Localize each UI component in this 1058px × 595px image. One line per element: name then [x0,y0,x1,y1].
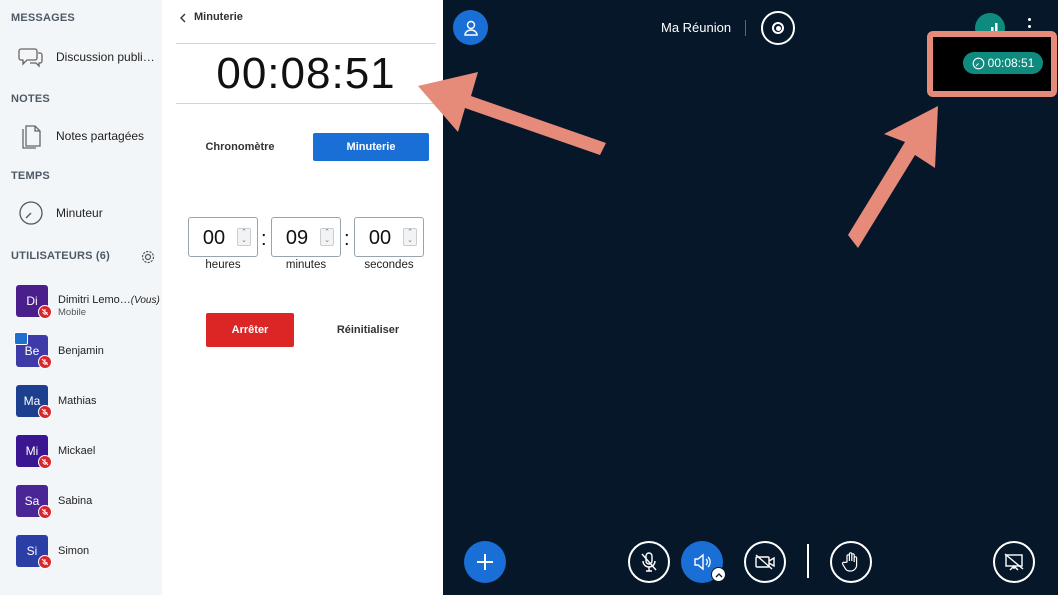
timer-tab[interactable]: Minuterie [313,133,429,161]
user-list-item[interactable]: Be Benjamin [0,332,162,382]
timer-indicator-text: 00:08:51 [987,56,1035,70]
muted-mic-icon [38,305,52,319]
hand-icon [841,552,858,572]
user-name: Benjamin [58,345,104,357]
muted-mic-icon [38,505,52,519]
user-name: Simon [58,545,90,557]
user-menu-button[interactable] [453,10,488,45]
sidebar: MESSAGES Discussion publi… NOTES Notes p… [0,0,162,595]
sidebar-item-label: Notes partagées [56,129,145,143]
camera-off-icon [755,554,775,570]
seconds-value: 00 [368,227,392,249]
user-name: Mickael [58,445,96,457]
presentation-off-icon [1004,553,1024,571]
stepper-arrows-icon[interactable]: ⌃ ⌄ [320,228,334,246]
stepper-arrows-icon[interactable]: ⌃ ⌄ [403,228,417,246]
microphone-off-icon [641,552,657,572]
user-list-item[interactable]: Di Dimitri Lemo…(Vous) Mobile [0,282,162,332]
user-list-item[interactable]: Ma Mathias [0,382,162,432]
user-list-item[interactable]: Sa Sabina [0,482,162,532]
record-button[interactable] [761,11,795,45]
seconds-stepper[interactable]: 00 ⌃ ⌄ [354,217,424,257]
user-list-item[interactable]: Si Simon [0,532,162,582]
notes-section-title: NOTES [11,93,50,105]
user-icon [463,20,478,36]
raise-hand-button[interactable] [830,541,872,583]
gear-icon[interactable] [140,249,156,265]
chevron-left-icon[interactable] [178,11,190,25]
stopwatch-tab[interactable]: Chronomètre [182,133,298,161]
clock-icon [16,198,46,228]
stop-button[interactable]: Arrêter [206,313,294,347]
panel-header: Minuterie [176,0,436,44]
time-separator: : [261,228,267,250]
seconds-label: secondes [364,259,414,271]
timer-indicator[interactable]: 00:08:51 [963,52,1043,74]
meeting-area: Ma Réunion 00:08:51 [443,0,1058,595]
speaker-icon [694,553,711,571]
notes-icon [16,121,46,151]
sidebar-item-label: Minuteur [56,206,103,220]
muted-mic-icon [38,405,52,419]
presentation-button[interactable] [993,541,1035,583]
stepper-arrows-icon[interactable]: ⌃ ⌄ [237,228,251,246]
sidebar-item-timer[interactable]: Minuteur [0,196,162,230]
divider [745,20,746,36]
mute-mic-button[interactable] [628,541,670,583]
presenter-icon [14,332,28,345]
time-section-title: TEMPS [11,170,50,182]
controls-divider [807,544,809,578]
sidebar-item-label: Discussion publi… [56,50,155,64]
sidebar-item-shared-notes[interactable]: Notes partagées [0,119,162,153]
users-section-title: UTILISATEURS (6) [11,250,110,262]
camera-button[interactable] [744,541,786,583]
timer-panel: Minuterie 00:08:51 Chronomètre Minuterie… [162,0,443,595]
reset-button[interactable]: Réinitialiser [322,313,414,347]
chat-icon [16,42,46,72]
user-device: Mobile [58,307,86,318]
minutes-value: 09 [285,227,309,249]
panel-title: Minuterie [194,11,243,23]
minutes-label: minutes [285,259,327,271]
hours-stepper[interactable]: 00 ⌃ ⌄ [188,217,258,257]
record-icon [772,22,784,34]
muted-mic-icon [38,555,52,569]
muted-mic-icon [38,455,52,469]
user-list-item[interactable]: Mi Mickael [0,432,162,482]
add-actions-button[interactable] [464,541,506,583]
user-name: Dimitri Lemo…(Vous) [58,294,160,306]
time-separator: : [344,228,350,250]
timer-display: 00:08:51 [176,44,436,104]
messages-section-title: MESSAGES [11,12,75,24]
user-name: Mathias [58,395,97,407]
hours-value: 00 [202,227,226,249]
sidebar-item-public-chat[interactable]: Discussion publi… [0,40,162,74]
chevron-up-icon[interactable] [711,567,726,582]
minutes-stepper[interactable]: 09 ⌃ ⌄ [271,217,341,257]
user-name: Sabina [58,495,93,507]
hours-label: heures [205,259,241,271]
plus-icon [477,554,493,570]
muted-mic-icon [38,355,52,369]
clock-icon [972,57,984,69]
meeting-title: Ma Réunion [661,20,732,35]
